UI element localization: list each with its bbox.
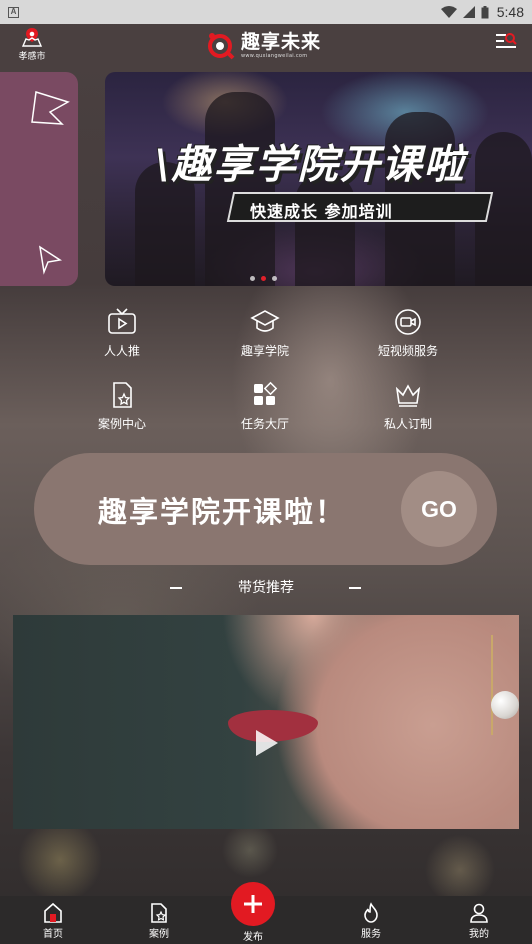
section-title: 带货推荐 <box>238 580 294 596</box>
video-thumbnail-earring <box>491 635 505 735</box>
banner-title: \趣享学院开课啦 <box>155 142 466 188</box>
publish-button[interactable] <box>231 882 275 926</box>
video-camera-icon <box>395 309 421 335</box>
promo-text: 趣享学院开课啦！ <box>98 495 347 529</box>
nav-home[interactable]: 首页 <box>18 902 88 940</box>
location-label: 孝感市 <box>18 52 46 62</box>
banner-dot[interactable] <box>250 276 255 281</box>
banner-dot-active[interactable] <box>261 276 266 281</box>
feature-label: 趣享学院 <box>240 344 289 358</box>
nav-label: 我的 <box>469 929 489 940</box>
publish-label: 发布 <box>243 932 263 943</box>
feature-case-center[interactable]: 案例中心 <box>62 381 182 432</box>
feature-label: 案例中心 <box>97 417 146 431</box>
product-video-card[interactable] <box>13 615 519 829</box>
section-header: 带货推荐 <box>0 576 532 598</box>
map-pin-icon <box>21 28 43 47</box>
feature-label: 私人订制 <box>383 417 432 431</box>
feature-task-hall[interactable]: 任务大厅 <box>205 381 325 432</box>
tasks-grid-icon <box>254 381 278 405</box>
flame-icon <box>364 902 378 923</box>
battery-icon <box>481 5 489 18</box>
nav-service[interactable]: 服务 <box>336 902 406 940</box>
feature-label: 任务大厅 <box>240 417 289 431</box>
document-star-icon <box>151 903 167 923</box>
crown-icon <box>395 384 421 407</box>
banner-previous-slide[interactable] <box>0 72 78 286</box>
location-selector[interactable]: 孝感市 <box>14 26 50 62</box>
home-icon <box>44 902 62 923</box>
nav-mine[interactable]: 我的 <box>444 902 514 940</box>
app-header: 孝感市 趣享未来 www.quxiangweilai.com <box>0 24 532 70</box>
feature-academy[interactable]: 趣享学院 <box>205 308 325 359</box>
promo-go-button[interactable]: GO <box>401 471 477 547</box>
wifi-icon <box>440 6 457 18</box>
nav-label: 案例 <box>149 929 169 940</box>
play-icon[interactable] <box>254 728 280 758</box>
promo-banner[interactable]: \趣享学院开课啦 快速成长 参加培训 <box>105 72 532 286</box>
section-dash-right <box>349 587 361 589</box>
notification-a-icon: A <box>8 6 19 18</box>
logo-url: www.quxiangweilai.com <box>241 52 308 59</box>
feature-label: 人人推 <box>103 344 140 358</box>
video-thumbnail-pearl <box>491 691 519 719</box>
feature-short-video[interactable]: 短视频服务 <box>348 308 468 359</box>
feature-private-custom[interactable]: 私人订制 <box>348 381 468 432</box>
logo-mark-icon <box>208 33 235 60</box>
status-time: 5:48 <box>496 4 524 20</box>
document-star-icon <box>113 382 132 408</box>
user-icon <box>470 903 488 923</box>
logo-name: 趣享未来 <box>241 30 322 53</box>
menu-search-icon <box>496 33 517 48</box>
app-logo: 趣享未来 www.quxiangweilai.com <box>205 30 321 60</box>
nav-cases[interactable]: 案例 <box>124 902 194 940</box>
feature-label: 短视频服务 <box>377 344 438 358</box>
nav-label: 服务 <box>361 929 381 940</box>
signal-icon <box>462 6 475 18</box>
feature-renrentui[interactable]: 人人推 <box>62 308 182 359</box>
plus-icon <box>244 895 262 913</box>
banner-pagination <box>250 276 277 281</box>
banner-dot[interactable] <box>272 276 277 281</box>
banner-subtitle: 快速成长 参加培训 <box>250 202 393 221</box>
tv-play-icon <box>108 308 136 334</box>
graduation-cap-icon <box>250 310 280 332</box>
status-bar: A 5:48 <box>0 0 532 24</box>
menu-search-button[interactable] <box>494 30 518 54</box>
paper-plane-icon <box>31 91 70 275</box>
academy-promo-card[interactable]: 趣享学院开课啦！ GO <box>34 453 497 565</box>
nav-label: 首页 <box>43 929 63 940</box>
